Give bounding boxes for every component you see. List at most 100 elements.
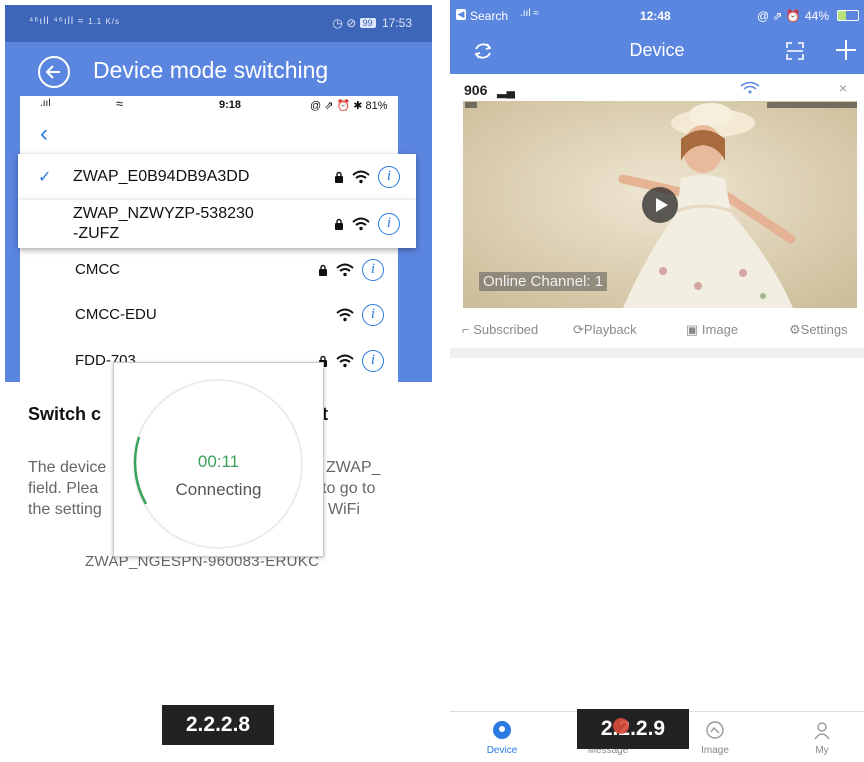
- wifi-icon: ≈: [77, 16, 85, 27]
- device-name-text: 906: [464, 82, 488, 98]
- message-badge: [613, 718, 629, 734]
- checkmark-icon: ✓: [38, 169, 52, 186]
- page-title: Device mode switching: [93, 57, 329, 83]
- chevron-left-icon[interactable]: ‹: [40, 120, 48, 148]
- battery-percent: 44%: [805, 9, 830, 23]
- left-screenshot: ⁴⁶ıll ⁴⁶ıll ≈ 1.1 K/s ◷ ⊘ 99 17:53 Devic…: [0, 0, 432, 762]
- wifi-network-row[interactable]: CMCC-EDU i: [20, 293, 398, 337]
- lock-icon: [334, 171, 344, 183]
- body-line-1-left: The device: [28, 459, 107, 476]
- info-icon[interactable]: i: [362, 259, 384, 281]
- image-label: Image: [701, 322, 739, 337]
- wifi-row-icons: i: [318, 259, 384, 281]
- playback-button[interactable]: ⟳Playback: [573, 322, 637, 338]
- image-icon: ▣: [686, 322, 699, 337]
- card-title-left: Switch c: [28, 404, 102, 424]
- connect-timer: 00:11: [197, 452, 240, 471]
- wifi-name-line-1: ZWAP_NZWYZP-538230: [73, 205, 254, 222]
- mute-icon: ⊘: [346, 16, 357, 30]
- info-icon[interactable]: i: [378, 213, 400, 235]
- net-speed: 1.1 K/s: [88, 17, 121, 26]
- wifi-network-name: CMCC: [75, 260, 120, 280]
- device-tab-icon: [493, 721, 511, 739]
- play-icon: [656, 198, 668, 212]
- gear-icon: ⚙: [789, 322, 801, 337]
- tab-device[interactable]: Device: [467, 720, 537, 756]
- close-icon[interactable]: ×: [839, 80, 847, 96]
- ios-status-bar: ◀ Search .ııl ≈ 12:48 @ ⇗ ⏰ 44%: [450, 0, 864, 32]
- body-line-3-left: the setting: [28, 501, 102, 518]
- tab-my[interactable]: My: [787, 720, 857, 756]
- ios-status-bar: .ııl ≈ 9:18 @ ⇗ ⏰ ✱ 81%: [20, 96, 398, 114]
- scan-icon[interactable]: [784, 40, 806, 62]
- arrow-left-icon: [45, 65, 60, 79]
- android-status-bar: ⁴⁶ıll ⁴⁶ıll ≈ 1.1 K/s ◷ ⊘ 99 17:53: [5, 5, 432, 42]
- wifi-row-icons: i: [334, 213, 400, 235]
- wifi-icon: [352, 170, 370, 184]
- device-actions: ⌐ Subscribed ⟳Playback ▣ Image ⚙Settings: [450, 320, 864, 342]
- body-line-1-right: ZWAP_: [326, 459, 381, 476]
- signal-text: ⁴⁶ıll ⁴⁶ıll: [29, 16, 75, 27]
- figure-caption-right: 2.2.2.9: [577, 709, 689, 749]
- online-channel-label: Online Channel: 1: [479, 272, 608, 291]
- card-title: Switch c t: [28, 404, 328, 425]
- lock-icon: [334, 218, 344, 230]
- back-app-label[interactable]: Search: [470, 9, 508, 23]
- tab-my-label: My: [815, 745, 829, 756]
- info-icon[interactable]: i: [362, 304, 384, 326]
- info-icon[interactable]: i: [362, 350, 384, 372]
- status-time: 17:53: [381, 16, 412, 30]
- playback-label: Playback: [583, 322, 637, 337]
- wifi-icon: [740, 81, 760, 94]
- wifi-icon: [336, 308, 354, 322]
- lock-icon: [318, 264, 328, 276]
- image-button[interactable]: ▣ Image: [686, 322, 738, 338]
- battery-indicator: 99: [359, 18, 376, 28]
- wifi-network-row[interactable]: CMCC i: [20, 249, 398, 291]
- play-button[interactable]: [642, 187, 678, 223]
- ios-time: 9:18: [219, 99, 242, 111]
- wifi-icon: ≈: [116, 96, 124, 111]
- wifi-network-row[interactable]: ✓ ZWAP_E0B94DB9A3DD i: [18, 154, 416, 200]
- wifi-row-icons: i: [336, 304, 384, 326]
- wifi-network-row[interactable]: ZWAP_NZWYZP-538230 -ZUFZ i: [18, 200, 416, 248]
- ios-status-right: @ ⇗ ⏰ ✱ 81%: [310, 100, 388, 112]
- figure-caption-left: 2.2.2.8: [162, 705, 274, 745]
- wifi-name-line-2: -ZUFZ: [73, 225, 120, 242]
- rss-icon: ⌐: [462, 322, 470, 337]
- status-time: 12:48: [640, 9, 671, 23]
- wifi-row-icons: i: [318, 350, 384, 372]
- back-app-icon[interactable]: ◀: [456, 9, 466, 20]
- wifi-icon: [336, 263, 354, 277]
- subscribed-label: Subscribed: [473, 322, 539, 337]
- connecting-dialog: 00:11 Connecting: [113, 362, 324, 557]
- wifi-name-line-1: ZWAP_E0B94DB9A3DD: [73, 168, 250, 185]
- playback-icon: ⟳: [573, 322, 584, 337]
- tab-image[interactable]: Image: [680, 720, 750, 756]
- signal-icon: .ııl: [40, 98, 51, 109]
- back-button[interactable]: [38, 56, 70, 88]
- device-name[interactable]: 906 ▂▄: [464, 82, 515, 98]
- status-icons: @ ⇗ ⏰: [757, 9, 801, 23]
- signal-bars-icon: ▂▄: [497, 84, 515, 98]
- body-line-3-right: WiFi: [328, 501, 360, 518]
- wifi-network-name: ZWAP_NZWYZP-538230 -ZUFZ: [73, 204, 254, 244]
- section-divider: [450, 348, 864, 358]
- tab-device-label: Device: [486, 745, 518, 756]
- body-line-2-right: to go to: [322, 480, 376, 497]
- tab-image-label: Image: [701, 745, 729, 756]
- wifi-name-line-1: CMCC: [75, 261, 120, 278]
- wifi-name-line-1: CMCC-EDU: [75, 306, 157, 323]
- signal-icon: .ııl ≈: [520, 8, 539, 19]
- subscribed-button[interactable]: ⌐ Subscribed: [462, 322, 538, 337]
- wifi-network-name: CMCC-EDU: [75, 305, 157, 325]
- image-tab-icon: [706, 721, 724, 739]
- battery-icon: [837, 10, 859, 21]
- info-icon[interactable]: i: [378, 166, 400, 188]
- settings-button[interactable]: ⚙Settings: [789, 322, 848, 338]
- connect-status: Connecting: [175, 480, 262, 499]
- add-icon[interactable]: [834, 38, 858, 62]
- body-line-2-left: field. Plea: [28, 480, 99, 497]
- user-icon: [814, 722, 830, 740]
- alarm-icon: ◷: [332, 16, 343, 30]
